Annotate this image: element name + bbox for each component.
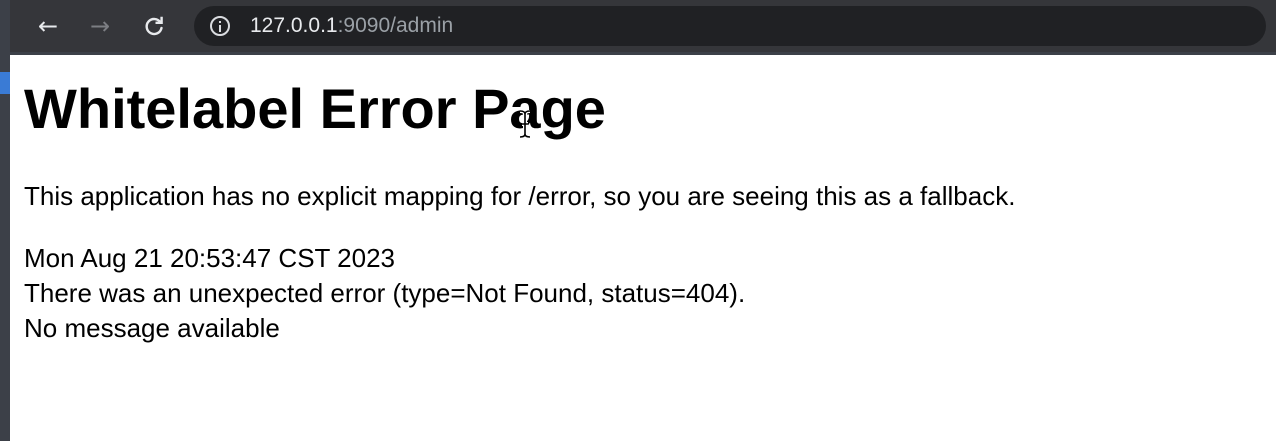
- url-host: 127.0.0.1: [250, 14, 338, 37]
- site-info-icon[interactable]: [210, 16, 230, 36]
- error-description: This application has no explicit mapping…: [24, 181, 1016, 211]
- reload-button[interactable]: [136, 8, 172, 44]
- background-highlight: [0, 72, 10, 94]
- url-path: :9090/admin: [337, 14, 454, 37]
- text-cursor-icon: [519, 110, 531, 138]
- forward-button[interactable]: →: [82, 8, 118, 44]
- address-bar[interactable]: 127.0.0.1:9090/admin: [194, 6, 1266, 46]
- error-message: No message available: [24, 313, 280, 343]
- page-content: Whitelabel Error Page This application h…: [10, 52, 1276, 441]
- forward-arrow-icon: →: [89, 12, 111, 40]
- error-detail: There was an unexpected error (type=Not …: [24, 278, 746, 308]
- browser-toolbar: ← → 127.0.0.1:9090/admin: [10, 0, 1276, 52]
- background-window-edge: [0, 0, 10, 441]
- back-arrow-icon: ←: [37, 12, 59, 40]
- back-button[interactable]: ←: [30, 8, 66, 44]
- reload-icon: [145, 16, 163, 36]
- url-text[interactable]: 127.0.0.1:9090/admin: [250, 15, 453, 37]
- error-timestamp: Mon Aug 21 20:53:47 CST 2023: [24, 243, 396, 273]
